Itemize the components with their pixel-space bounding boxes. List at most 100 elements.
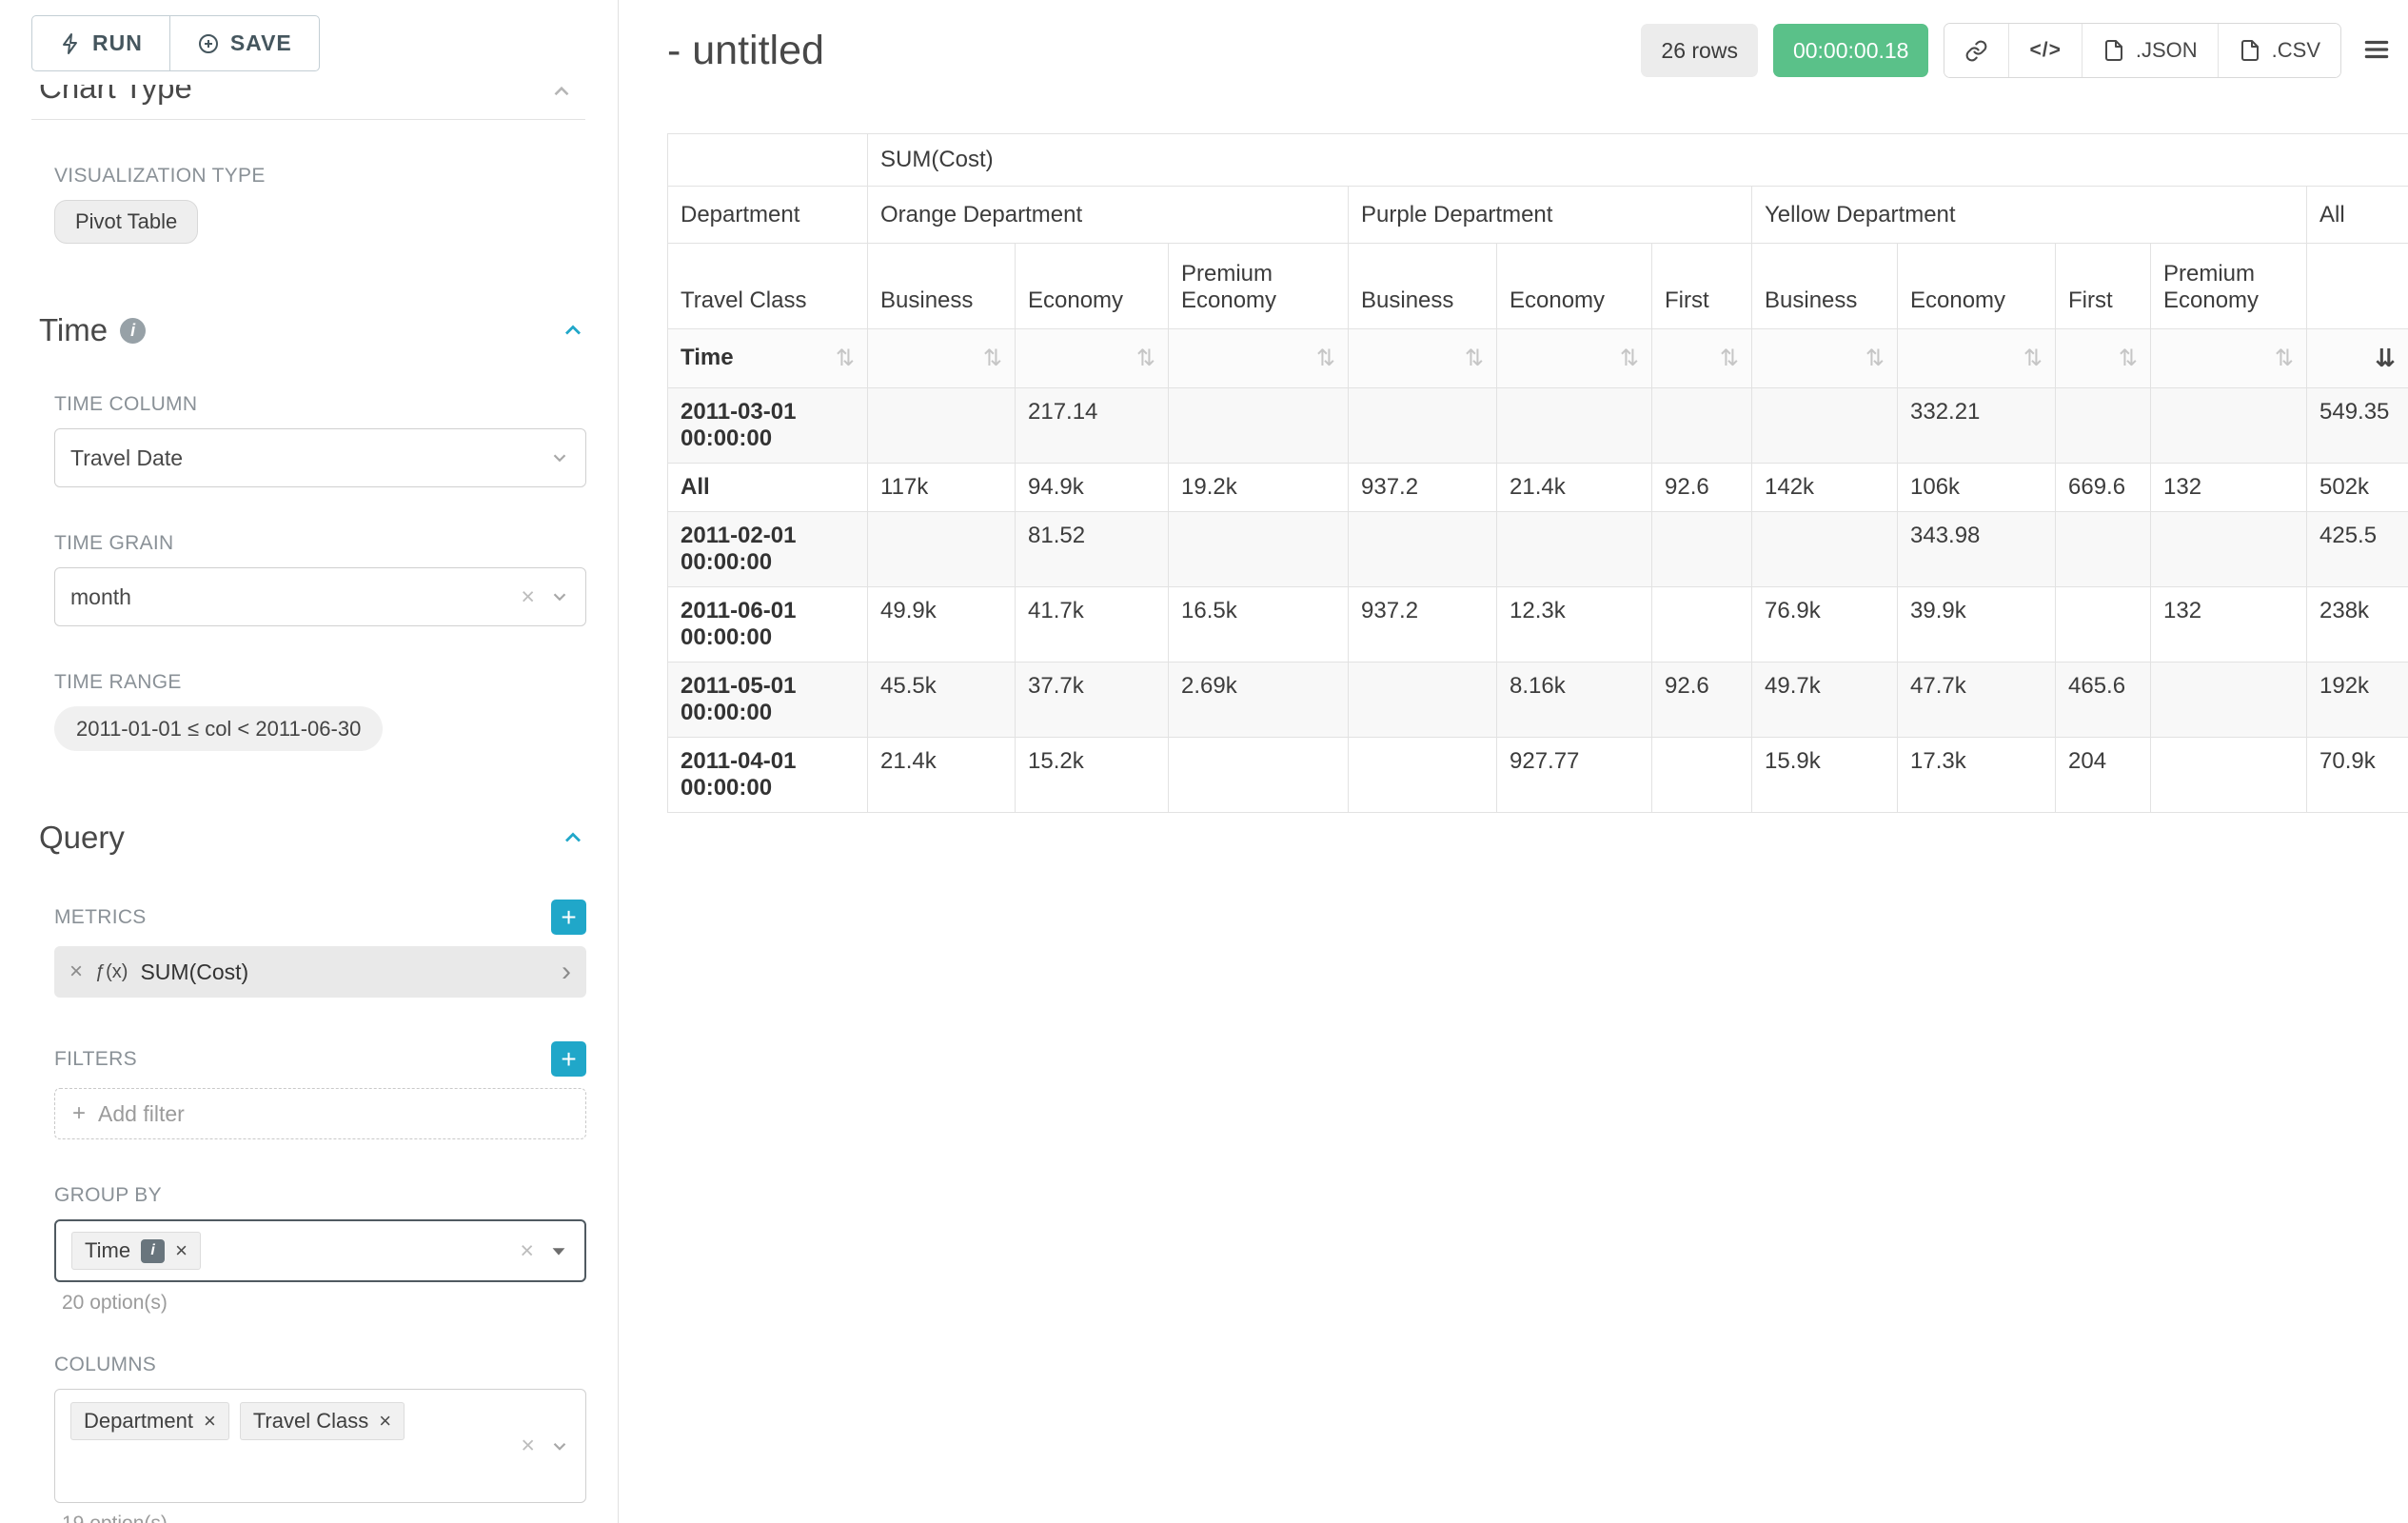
sort-icon[interactable]: ⇅	[1136, 346, 1155, 371]
columns-tag[interactable]: Department ×	[70, 1402, 229, 1440]
value-cell: 19.2k	[1169, 464, 1349, 512]
value-cell	[2151, 388, 2307, 464]
tag-label: Department	[84, 1409, 193, 1434]
sort-desc-icon[interactable]: ⇊	[2375, 344, 2396, 372]
time-grain-label: TIME GRAIN	[54, 532, 174, 555]
section-divider	[31, 119, 585, 120]
row-header: 2011-06-01 00:00:00	[668, 587, 868, 663]
table-row: 2011-02-01 00:00:0081.52343.98425.5	[668, 512, 2408, 587]
value-cell	[1169, 512, 1349, 587]
visualization-type-value[interactable]: Pivot Table	[54, 200, 198, 244]
add-metric-button[interactable]: +	[551, 900, 586, 935]
remove-metric-icon[interactable]: ×	[69, 959, 83, 985]
chart-type-section-header[interactable]: Chart Type	[39, 85, 585, 113]
save-button[interactable]: SAVE	[169, 15, 320, 71]
view-query-button[interactable]: </>	[2008, 24, 2081, 77]
menu-button[interactable]	[2357, 30, 2397, 72]
columns-select[interactable]: Department × Travel Class × ×	[54, 1389, 586, 1503]
add-filter-plus-button[interactable]: +	[551, 1041, 586, 1077]
run-button[interactable]: RUN	[31, 15, 170, 71]
remove-tag-icon[interactable]: ×	[379, 1409, 391, 1434]
columns-tag[interactable]: Travel Class ×	[240, 1402, 405, 1440]
value-cell: 2.69k	[1169, 663, 1349, 738]
sort-icon[interactable]: ⇅	[836, 346, 855, 371]
time-grain-select[interactable]: month ×	[54, 567, 586, 626]
time-column-select[interactable]: Travel Date	[54, 428, 586, 487]
sort-icon[interactable]: ⇅	[2275, 346, 2294, 371]
row-dimension-header[interactable]: Time⇅	[668, 329, 868, 388]
value-cell: 425.5	[2307, 512, 2408, 587]
column-header: First	[2056, 244, 2151, 329]
row-header: All	[668, 464, 868, 512]
sort-column-cell[interactable]: ⇅	[1652, 329, 1752, 388]
sort-icon[interactable]: ⇅	[983, 346, 1002, 371]
value-cell	[1349, 738, 1497, 813]
sort-icon[interactable]: ⇅	[2119, 346, 2138, 371]
hamburger-menu-icon	[2362, 35, 2391, 64]
value-cell	[1349, 663, 1497, 738]
time-section-header[interactable]: Time i	[39, 312, 586, 348]
link-icon	[1964, 39, 1988, 63]
sort-column-cell[interactable]: ⇅	[1898, 329, 2056, 388]
group-by-tag[interactable]: Time i ×	[71, 1232, 201, 1270]
sort-column-cell[interactable]: ⇅	[2151, 329, 2307, 388]
time-section-title: Time	[39, 312, 108, 348]
sort-column-cell[interactable]: ⇅	[1016, 329, 1169, 388]
value-cell: 937.2	[1349, 464, 1497, 512]
caret-down-icon	[549, 447, 570, 468]
metrics-label: METRICS	[54, 906, 147, 929]
sort-icon[interactable]: ⇅	[1620, 346, 1639, 371]
time-range-label: TIME RANGE	[54, 671, 182, 694]
sort-column-cell[interactable]: ⇅	[2056, 329, 2151, 388]
column-group-header: Yellow Department	[1752, 187, 2307, 244]
time-range-value[interactable]: 2011-01-01 ≤ col < 2011-06-30	[54, 706, 383, 751]
export-json-button[interactable]: .JSON	[2082, 24, 2218, 77]
sort-icon[interactable]: ⇅	[2023, 346, 2043, 371]
sort-icon[interactable]: ⇅	[1865, 346, 1885, 371]
metric-label: SUM(Cost)	[140, 959, 248, 985]
chevron-up-icon[interactable]	[560, 824, 586, 851]
save-button-label: SAVE	[230, 30, 292, 56]
query-section-header[interactable]: Query	[39, 820, 586, 856]
remove-tag-icon[interactable]: ×	[204, 1409, 216, 1434]
chart-title: - untitled	[667, 28, 824, 74]
value-cell: 132	[2151, 464, 2307, 512]
file-download-icon	[2102, 39, 2125, 62]
run-button-label: RUN	[92, 30, 143, 56]
sort-icon[interactable]: ⇅	[1316, 346, 1335, 371]
group-by-select[interactable]: Time i × ×	[54, 1219, 586, 1282]
metric-item[interactable]: × ƒ(x) SUM(Cost) ›	[54, 946, 586, 998]
chevron-up-icon[interactable]	[560, 317, 586, 344]
sort-column-cell[interactable]: ⇅	[1349, 329, 1497, 388]
value-cell	[2056, 512, 2151, 587]
sort-column-cell[interactable]: ⇅	[1169, 329, 1349, 388]
sort-column-cell[interactable]: ⇅	[1497, 329, 1652, 388]
value-cell	[1349, 388, 1497, 464]
value-cell: 37.7k	[1016, 663, 1169, 738]
clear-icon[interactable]: ×	[521, 585, 535, 609]
sort-column-cell[interactable]: ⇊	[2307, 329, 2408, 388]
clear-icon[interactable]: ×	[521, 1434, 535, 1458]
value-cell: 21.4k	[1497, 464, 1652, 512]
add-filter-button[interactable]: + Add filter	[54, 1088, 586, 1139]
sort-icon[interactable]: ⇅	[1465, 346, 1484, 371]
sort-icon[interactable]: ⇅	[1720, 346, 1739, 371]
sort-column-cell[interactable]: ⇅	[868, 329, 1016, 388]
visualization-type-label: VISUALIZATION TYPE	[54, 165, 266, 188]
export-csv-button[interactable]: .CSV	[2218, 24, 2340, 77]
group-by-field: GROUP BY Time i × × 20 option(s)	[54, 1183, 586, 1315]
value-cell: 41.7k	[1016, 587, 1169, 663]
time-grain-value: month	[70, 584, 131, 610]
clear-icon[interactable]: ×	[520, 1239, 534, 1263]
caret-down-icon	[549, 1435, 570, 1456]
sort-column-cell[interactable]: ⇅	[1752, 329, 1898, 388]
share-link-button[interactable]	[1944, 24, 2008, 77]
value-cell	[2151, 663, 2307, 738]
value-cell	[2056, 587, 2151, 663]
timer-badge: 00:00:00.18	[1773, 24, 1929, 77]
options-hint: 19 option(s)	[62, 1513, 586, 1523]
value-cell: 927.77	[1497, 738, 1652, 813]
value-cell: 21.4k	[868, 738, 1016, 813]
remove-tag-icon[interactable]: ×	[175, 1238, 188, 1263]
column-header: Economy	[1898, 244, 2056, 329]
